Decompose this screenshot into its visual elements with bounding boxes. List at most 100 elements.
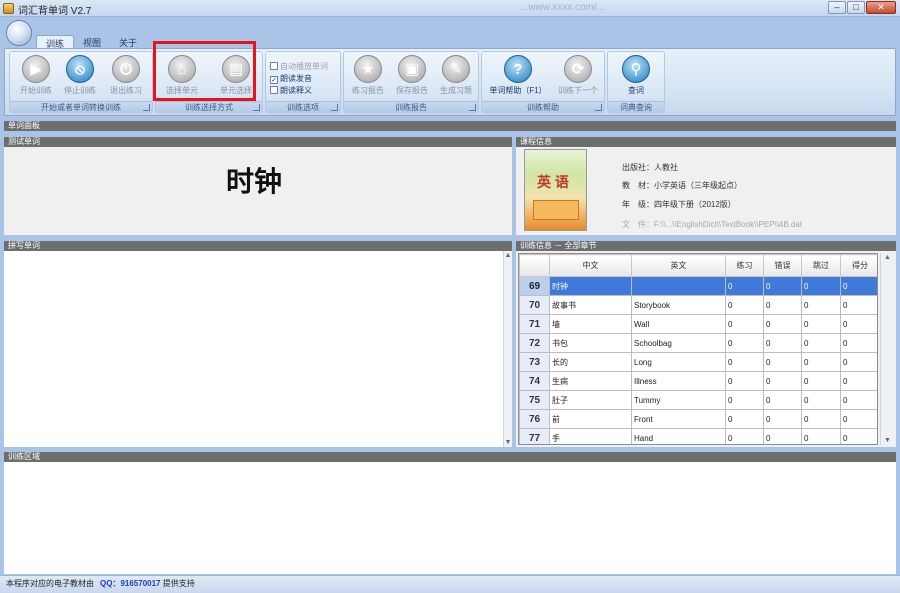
score-cell: 0 — [840, 390, 877, 410]
generate-exercise-button[interactable]: ✎ 生成习题 — [432, 54, 480, 96]
chinese-cell: 墙 — [549, 314, 632, 334]
group-launcher-icon[interactable] — [331, 104, 338, 111]
skip-cell: 0 — [801, 390, 841, 410]
tab-about[interactable]: 关于 — [110, 35, 146, 49]
row-number-cell: 69 — [519, 276, 550, 296]
scroll-up-icon[interactable]: ▲ — [504, 251, 512, 260]
group-launcher-icon[interactable] — [469, 104, 476, 111]
table-row[interactable]: 71 墙 Wall 0 0 0 0 — [519, 314, 877, 334]
read-definition-checkbox[interactable]: 朗读释义 — [270, 85, 312, 96]
practice-cell: 0 — [725, 409, 764, 429]
english-cell: Long — [631, 352, 726, 372]
checkbox-box-checked: ✓ — [270, 76, 278, 84]
table-row[interactable]: 72 书包 Schoolbag 0 0 0 0 — [519, 333, 877, 353]
english-cell: Front — [631, 409, 726, 429]
errors-cell: 0 — [763, 295, 802, 315]
save-report-button[interactable]: ▣ 保存报告 — [388, 54, 436, 96]
application-menu-orb[interactable] — [6, 20, 32, 46]
chinese-cell: 长的 — [549, 352, 632, 372]
read-pronunciation-checkbox[interactable]: ✓ 朗读发音 — [270, 73, 312, 84]
chinese-cell: 肚子 — [549, 390, 632, 410]
table-row[interactable]: 76 前 Front 0 0 0 0 — [519, 409, 877, 429]
group-launcher-icon[interactable] — [595, 104, 602, 111]
score-cell: 0 — [840, 333, 877, 353]
group-label-start: 开始或者单词转换训练 — [10, 101, 152, 112]
tab-view[interactable]: 视图 — [74, 35, 110, 49]
column-header-chinese[interactable]: 中文 — [549, 254, 632, 277]
textbook-text: 教 材：小学英语（三年级起点） — [622, 181, 742, 190]
score-cell: 0 — [840, 409, 877, 429]
power-icon: ⏻ — [112, 55, 140, 83]
exit-practice-button[interactable]: ⏻ 退出练习 — [102, 54, 150, 96]
table-row[interactable]: 69 时钟 0 0 0 0 — [519, 276, 877, 296]
training-info-header: 训练信息 － 全部章节 — [516, 241, 896, 251]
title-bar: 词汇背单词 V2.7 ...www.xxxx.com/... – □ ✕ — [0, 0, 900, 17]
train-next-button[interactable]: ⟳ 训练下一个 — [554, 54, 602, 96]
status-support: 提供支持 — [162, 579, 195, 588]
lookup-word-button[interactable]: ⚲ 查词 — [612, 54, 660, 96]
table-row[interactable]: 74 生病 Illness 0 0 0 0 — [519, 371, 877, 391]
english-cell: Schoolbag — [631, 333, 726, 353]
skip-cell: 0 — [801, 371, 841, 391]
window-controls: – □ ✕ — [828, 1, 896, 15]
stop-training-button[interactable]: ⦸ 停止训练 — [56, 54, 104, 96]
english-cell — [631, 276, 726, 296]
ribbon: ▶ 开始训练 ⦸ 停止训练 ⏻ 退出练习 开始或者单词转换训练 ⌂ 选择单元 ▤… — [4, 48, 896, 116]
errors-cell: 0 — [763, 390, 802, 410]
test-word: 时钟 — [225, 165, 282, 198]
scroll-up-icon[interactable]: ▲ — [881, 253, 894, 262]
skip-cell: 0 — [801, 428, 841, 444]
spelling-area[interactable] — [4, 251, 512, 447]
errors-cell: 0 — [763, 371, 802, 391]
practice-cell: 0 — [725, 314, 764, 334]
column-header-score[interactable]: 得分 — [840, 254, 877, 277]
checkbox-box — [270, 62, 278, 70]
word-help-button[interactable]: ? 单词帮助（F1） — [486, 54, 550, 96]
publisher-text: 出版社：人教社 — [622, 163, 678, 172]
spelling-scrollbar[interactable]: ▲ ▼ — [503, 251, 512, 447]
row-number-cell: 75 — [519, 390, 550, 410]
group-label-options: 训练选项 — [266, 101, 340, 112]
column-header-practice[interactable]: 练习 — [725, 254, 764, 277]
errors-cell: 0 — [763, 352, 802, 372]
table-row[interactable]: 77 手 Hand 0 0 0 0 — [519, 428, 877, 444]
ribbon-tabs: 训练 视图 关于 — [36, 35, 146, 49]
column-header[interactable] — [519, 254, 550, 277]
chinese-cell: 书包 — [549, 333, 632, 353]
training-area[interactable] — [4, 462, 896, 574]
column-header-skip[interactable]: 跳过 — [801, 254, 841, 277]
errors-cell: 0 — [763, 409, 802, 429]
tab-training[interactable]: 训练 — [36, 35, 75, 49]
word-panel-header: 单词面板 — [4, 121, 896, 131]
scroll-down-icon[interactable]: ▼ — [881, 436, 894, 445]
minimize-button[interactable]: – — [828, 1, 846, 14]
group-label-help: 训练帮助 — [482, 101, 604, 112]
close-button[interactable]: ✕ — [866, 1, 896, 14]
ribbon-group-report: ★ 练习报告 ▣ 保存报告 ✎ 生成习题 训练报告 — [343, 51, 479, 113]
english-cell: Hand — [631, 428, 726, 444]
practice-report-button[interactable]: ★ 练习报告 — [344, 54, 392, 96]
skip-cell: 0 — [801, 333, 841, 353]
table-row[interactable]: 73 长的 Long 0 0 0 0 — [519, 352, 877, 372]
column-header-errors[interactable]: 错误 — [763, 254, 802, 277]
start-training-button[interactable]: ▶ 开始训练 — [12, 54, 60, 96]
question-icon: ? — [504, 55, 532, 83]
group-launcher-icon[interactable] — [143, 104, 150, 111]
english-cell: Wall — [631, 314, 726, 334]
checkbox-box — [270, 86, 278, 94]
score-cell: 0 — [840, 276, 877, 296]
table-row[interactable]: 70 故事书 Storybook 0 0 0 0 — [519, 295, 877, 315]
english-cell: Tummy — [631, 390, 726, 410]
row-number-cell: 77 — [519, 428, 550, 444]
table-row[interactable]: 75 肚子 Tummy 0 0 0 0 — [519, 390, 877, 410]
practice-cell: 0 — [725, 428, 764, 444]
column-header-english[interactable]: 英文 — [631, 254, 726, 277]
table-scrollbar[interactable]: ▲ ▼ — [880, 253, 894, 445]
auto-play-checkbox[interactable]: 自动播放单词 — [270, 61, 328, 72]
group-launcher-icon[interactable] — [253, 104, 260, 111]
maximize-button[interactable]: □ — [847, 1, 865, 14]
group-label-query: 词典查询 — [608, 101, 664, 112]
scroll-down-icon[interactable]: ▼ — [504, 438, 512, 447]
next-icon: ⟳ — [564, 55, 592, 83]
grade-text: 年 级：四年级下册（2012版） — [622, 200, 736, 209]
